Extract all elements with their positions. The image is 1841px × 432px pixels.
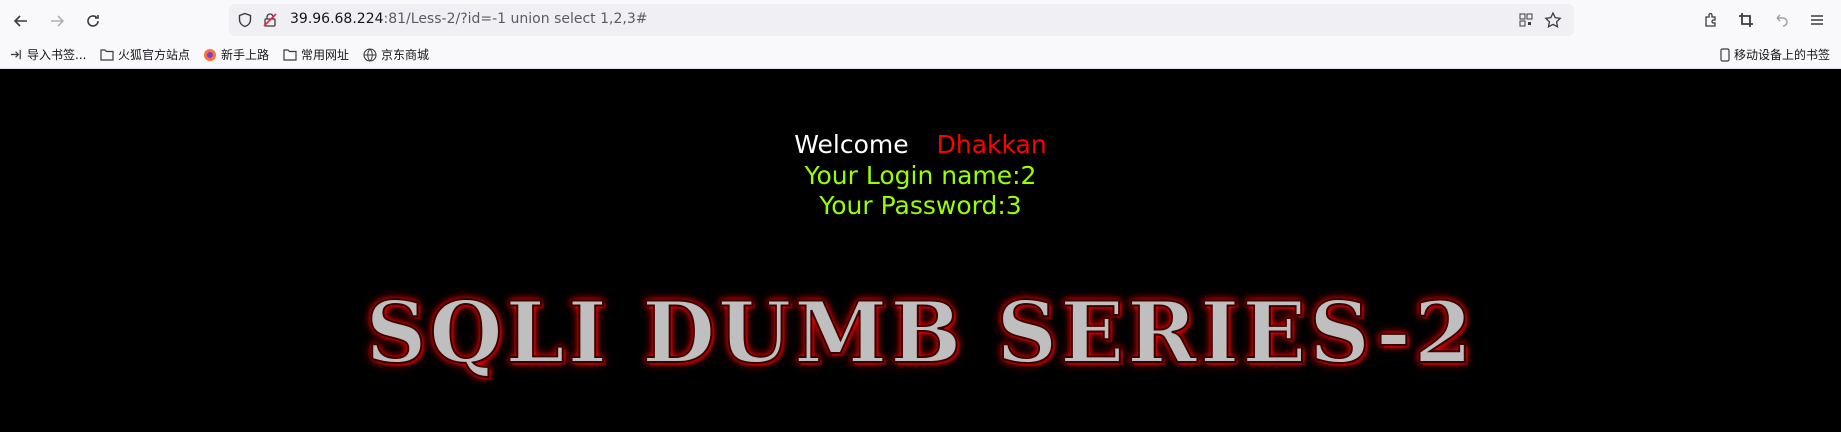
hamburger-menu-icon [1811, 15, 1823, 25]
url-path: :81/Less-2/?id=-1 union select 1,2,3# [383, 11, 648, 27]
bookmark-getting-started[interactable]: 新手上路 [203, 46, 269, 63]
bookmark-label: 火狐官方站点 [118, 48, 191, 62]
mobile-bookmarks-label: 移动设备上的书签 [1734, 48, 1831, 62]
browser-toolbar: 39.96.68.224:81/Less-2/?id=-1 union sele… [0, 0, 1841, 40]
folder-icon [100, 49, 114, 61]
welcome-text: Welcome [794, 130, 909, 159]
undo-button[interactable] [1770, 9, 1792, 31]
bookmark-label: 导入书签... [27, 48, 87, 62]
undo-icon [1776, 14, 1788, 27]
back-button[interactable] [8, 8, 34, 34]
puzzle-icon [1705, 12, 1716, 27]
import-icon [10, 49, 21, 60]
crop-icon [1739, 13, 1753, 27]
login-name-text: Your Login name:2 [804, 161, 1037, 190]
mobile-device-icon [1720, 47, 1730, 62]
username-text: Dhakkan [936, 130, 1047, 159]
url-text[interactable]: 39.96.68.224:81/Less-2/?id=-1 union sele… [290, 11, 647, 27]
series-banner: SQLI DUMB SERIES-2 [365, 282, 1476, 383]
screenshot-button[interactable] [1735, 9, 1757, 31]
globe-icon [363, 47, 377, 62]
welcome-line: Welcome Dhakkan [0, 130, 1841, 159]
insecure-lock-icon[interactable] [262, 12, 278, 28]
forward-button[interactable] [44, 8, 70, 34]
shield-icon[interactable] [237, 12, 253, 28]
bookmark-firefox-official[interactable]: 火狐官方站点 [100, 46, 190, 63]
reload-button[interactable] [80, 8, 106, 34]
bookmark-label: 京东商城 [381, 48, 430, 62]
bookmark-star-icon[interactable] [1544, 11, 1562, 29]
bookmark-jd[interactable]: 京东商城 [363, 46, 429, 63]
bookmark-label: 常用网址 [301, 48, 350, 62]
folder-icon [283, 49, 297, 61]
browser-chrome: 39.96.68.224:81/Less-2/?id=-1 union sele… [0, 0, 1841, 69]
mobile-bookmarks[interactable]: 移动设备上的书签 [1720, 46, 1830, 63]
qr-code-icon[interactable] [1518, 12, 1534, 28]
page-content: Welcome Dhakkan Your Login name:2 Your Pa… [0, 69, 1841, 432]
firefox-logo-icon [204, 48, 216, 61]
menu-button[interactable] [1806, 9, 1828, 31]
address-bar[interactable]: 39.96.68.224:81/Less-2/?id=-1 union sele… [229, 4, 1574, 36]
back-arrow-icon [13, 15, 27, 27]
bookmarks-toolbar: 导入书签... 火狐官方站点 新手上路 常用网址 京东商城 移动设备上的书签 [0, 40, 1841, 69]
url-host: 39.96.68.224 [290, 11, 384, 27]
bookmark-import[interactable]: 导入书签... [10, 46, 86, 63]
bookmark-label: 新手上路 [221, 48, 270, 62]
forward-arrow-icon [51, 15, 65, 27]
extensions-button[interactable] [1700, 9, 1722, 31]
reload-icon [87, 15, 99, 27]
bookmark-common-sites[interactable]: 常用网址 [283, 46, 349, 63]
password-text: Your Password:3 [819, 191, 1022, 220]
